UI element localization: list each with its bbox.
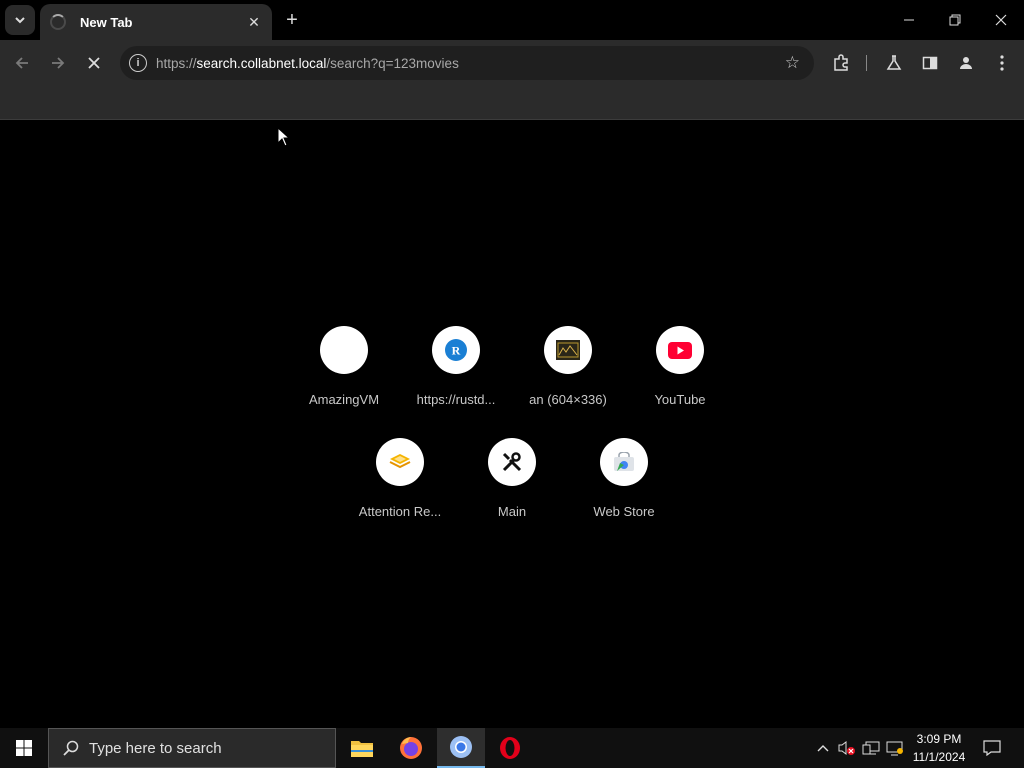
restore-icon: [949, 14, 961, 26]
svg-text:R: R: [452, 344, 461, 358]
web-store-icon: [600, 438, 648, 486]
layers-icon: [376, 438, 424, 486]
shortcut-label: Web Store: [593, 504, 655, 519]
chrome-icon: [450, 736, 472, 758]
site-info-icon[interactable]: i: [129, 54, 147, 72]
display-tray-icon[interactable]: [884, 728, 906, 768]
bookmarks-bar: [0, 86, 1024, 120]
shortcut-tile[interactable]: Attention Re...: [344, 422, 456, 534]
blank-favicon-icon: [320, 326, 368, 374]
file-explorer-app[interactable]: [338, 728, 386, 768]
shortcut-label: Main: [497, 504, 527, 519]
loading-spinner-icon: [50, 14, 66, 30]
chrome-app[interactable]: [437, 728, 485, 768]
arrow-right-icon: [52, 57, 65, 69]
windows-logo-icon: [16, 740, 32, 756]
close-icon: [995, 14, 1007, 26]
notifications-button[interactable]: [978, 728, 1006, 768]
restore-button[interactable]: [932, 0, 978, 40]
shortcut-tile[interactable]: R https://rustd...: [400, 310, 512, 422]
firefox-icon: [400, 737, 422, 759]
tab-new-tab[interactable]: New Tab ✕: [40, 4, 272, 40]
search-placeholder: Type here to search: [89, 739, 222, 757]
person-icon: [960, 57, 972, 69]
browser-toolbar: i https://search.collabnet.local/search?…: [0, 40, 1024, 86]
minimize-button[interactable]: [886, 0, 932, 40]
new-tab-button[interactable]: +: [280, 8, 304, 32]
firefox-app[interactable]: [387, 728, 435, 768]
tab-close-icon[interactable]: ✕: [246, 14, 262, 30]
kebab-menu-icon: [1000, 55, 1004, 71]
shortcut-label: https://rustd...: [416, 392, 496, 407]
r-favicon-icon: R: [432, 326, 480, 374]
url-host: search.collabnet.local: [196, 55, 327, 71]
close-window-button[interactable]: [978, 0, 1024, 40]
clock-date: 11/1/2024: [912, 750, 966, 764]
chevron-up-icon: [817, 745, 829, 752]
arrow-left-icon: [15, 57, 28, 69]
speaker-muted-icon: [838, 741, 855, 755]
back-button[interactable]: [7, 48, 37, 78]
shortcut-tile[interactable]: Web Store: [568, 422, 680, 534]
taskbar-search[interactable]: Type here to search: [48, 728, 336, 768]
mouse-cursor-icon: [277, 127, 291, 147]
menu-button[interactable]: [989, 50, 1015, 76]
start-button[interactable]: [0, 728, 48, 768]
chevron-down-icon: [15, 17, 25, 24]
notification-icon: [983, 740, 1001, 756]
title-bar: New Tab ✕ +: [0, 0, 1024, 40]
folder-icon: [351, 741, 373, 757]
toolbar-divider: [866, 55, 867, 71]
extensions-button[interactable]: [828, 50, 854, 76]
image-thumbnail-icon: [544, 326, 592, 374]
shortcut-tile[interactable]: AmazingVM: [288, 310, 400, 422]
forward-button[interactable]: [43, 48, 73, 78]
network-icon: [862, 741, 880, 755]
stop-icon: [88, 57, 100, 69]
side-panel-button[interactable]: [917, 50, 943, 76]
show-hidden-icons-button[interactable]: [812, 728, 834, 768]
new-tab-page: AmazingVM R https://rustd... an (604×336…: [0, 121, 1024, 728]
shortcut-tile[interactable]: YouTube: [624, 310, 736, 422]
shortcut-label: an (604×336): [529, 392, 607, 407]
minimize-icon: [904, 19, 914, 21]
shortcut-label: YouTube: [654, 392, 706, 407]
bookmark-star-icon[interactable]: ☆: [785, 53, 800, 73]
clock[interactable]: 3:09 PM 11/1/2024: [908, 730, 970, 766]
puzzle-icon: [834, 54, 848, 71]
profile-button[interactable]: [953, 50, 979, 76]
shortcut-label: Attention Re...: [358, 504, 442, 519]
network-tray-icon[interactable]: [860, 728, 882, 768]
address-bar[interactable]: i https://search.collabnet.local/search?…: [120, 46, 814, 80]
tools-icon: [488, 438, 536, 486]
shortcut-tile[interactable]: an (604×336): [512, 310, 624, 422]
url-scheme: https://: [156, 55, 197, 71]
volume-tray-icon[interactable]: [836, 728, 858, 768]
tab-search-button[interactable]: [5, 5, 35, 35]
taskbar: Type here to search 3:09 PM 11/1/2024: [0, 728, 1024, 768]
side-panel-icon: [922, 56, 938, 70]
opera-icon: [500, 737, 520, 759]
stop-loading-button[interactable]: [79, 48, 109, 78]
search-icon: [63, 740, 79, 756]
flask-icon: [886, 55, 902, 70]
tab-title: New Tab: [80, 14, 133, 30]
youtube-icon: [656, 326, 704, 374]
opera-app[interactable]: [486, 728, 534, 768]
shortcut-tile[interactable]: Main: [456, 422, 568, 534]
shortcut-label: AmazingVM: [308, 392, 380, 407]
url-path: /search?q=123movies: [326, 55, 459, 71]
labs-button[interactable]: [881, 50, 907, 76]
clock-time: 3:09 PM: [916, 732, 962, 746]
screen-settings-icon: [886, 741, 903, 756]
